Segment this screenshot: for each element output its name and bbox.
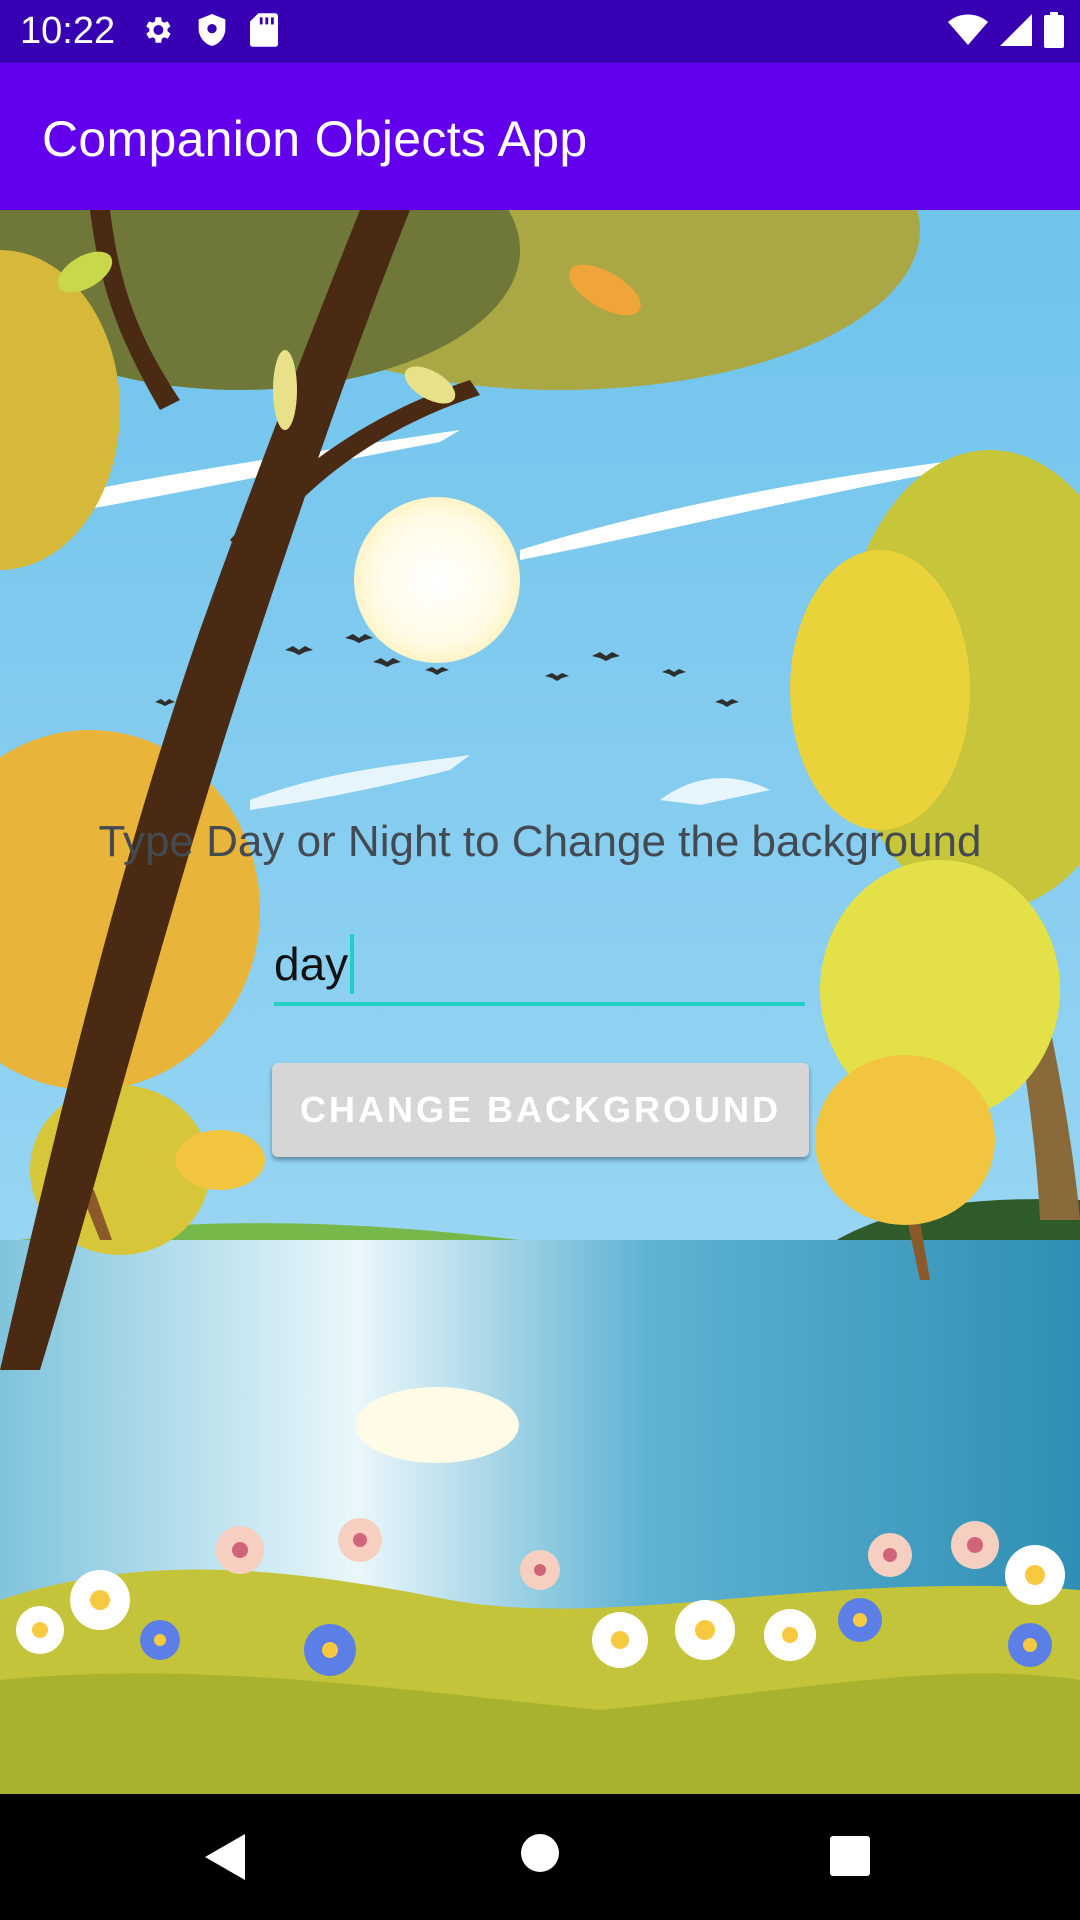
- background-input[interactable]: day: [274, 928, 805, 1006]
- change-background-button-label: CHANGE BACKGROUND: [300, 1089, 781, 1130]
- app-bar: Companion Objects App: [0, 63, 1080, 210]
- text-cursor: [350, 933, 355, 994]
- status-bar: 10:22: [0, 0, 1080, 63]
- wifi-icon: [948, 14, 988, 51]
- background-input-value[interactable]: day: [274, 933, 355, 998]
- battery-icon: [1044, 11, 1064, 53]
- app-title: Companion Objects App: [42, 111, 588, 167]
- back-icon[interactable]: [205, 1834, 247, 1885]
- shield-icon: [196, 12, 228, 53]
- background-prompt: Type Day or Night to Change the backgrou…: [98, 817, 982, 866]
- recents-icon[interactable]: [830, 1836, 870, 1881]
- change-background-button[interactable]: CHANGE BACKGROUND: [272, 1063, 809, 1157]
- main-content: Type Day or Night to Change the backgrou…: [0, 210, 1080, 1794]
- home-icon[interactable]: [521, 1834, 559, 1877]
- navigation-bar: [0, 1794, 1080, 1920]
- cellular-signal-icon: [1000, 13, 1032, 51]
- status-time: 10:22: [20, 10, 116, 52]
- sd-card-icon: [250, 12, 278, 52]
- settings-icon: [140, 13, 174, 52]
